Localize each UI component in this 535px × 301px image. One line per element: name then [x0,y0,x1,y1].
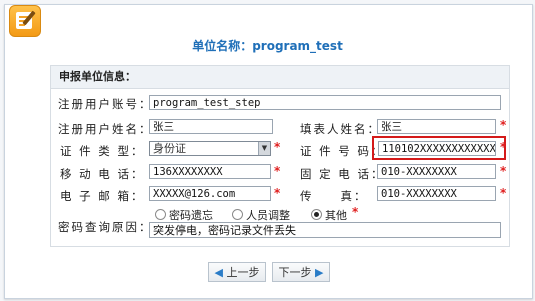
fax-label: 传 真： [300,189,368,203]
reason-radio-forgot[interactable] [155,209,166,220]
reason-radio-staff-change[interactable] [232,209,243,220]
page-title: 单位名称：program_test [192,39,343,53]
id-type-value: 身份证 [153,142,186,155]
account-label: 注册用户账号： [58,97,153,111]
prev-step-label: 上一步 [226,266,260,279]
reason-option-label: 人员调整 [246,209,290,222]
required-mark: * [274,186,281,200]
filler-field[interactable]: 张三 [377,119,496,134]
next-step-button[interactable]: 下一步 ▶ [272,262,330,282]
reason-option-label: 其他 [325,209,347,222]
required-mark: * [500,164,507,178]
section-title: 申报单位信息： [51,66,509,89]
form-edit-icon [9,5,41,37]
filler-label: 填表人姓名： [300,122,381,136]
account-field[interactable]: program_test_step [149,95,501,110]
reason-radio-other[interactable] [311,209,322,220]
id-number-field[interactable]: 110102XXXXXXXXXXXX [378,141,496,156]
id-type-select[interactable]: 身份证 ▼ [149,141,271,156]
next-step-label: 下一步 [278,266,312,279]
required-mark: * [500,118,507,132]
required-mark: * [352,205,359,219]
required-mark: * [500,186,507,200]
required-mark: * [500,140,507,154]
phone-field[interactable]: 010-XXXXXXXX [377,164,496,179]
name-field[interactable]: 张三 [149,119,273,134]
arrow-right-icon: ▶ [315,266,324,279]
prev-step-button[interactable]: ◀ 上一步 [208,262,266,282]
required-mark: * [274,164,281,178]
email-label: 电 子 邮 箱： [60,189,145,203]
chevron-down-icon[interactable]: ▼ [258,142,270,155]
name-label: 注册用户姓名： [58,122,153,136]
required-mark: * [274,140,281,154]
reason-option-label: 密码遗忘 [169,209,213,222]
email-field[interactable]: XXXXX@126.com [149,186,271,201]
mobile-label: 移 动 电 话： [60,167,145,181]
arrow-left-icon: ◀ [214,266,223,279]
id-type-label: 证 件 类 型： [60,144,145,158]
reason-detail-field[interactable]: 突发停电，密码记录文件丢失 [149,222,501,238]
reason-label: 密码查询原因： [58,220,153,234]
phone-label: 固 定 电 话： [300,167,385,181]
fax-field[interactable]: 010-XXXXXXXX [377,186,496,201]
mobile-field[interactable]: 136XXXXXXXX [149,164,271,179]
